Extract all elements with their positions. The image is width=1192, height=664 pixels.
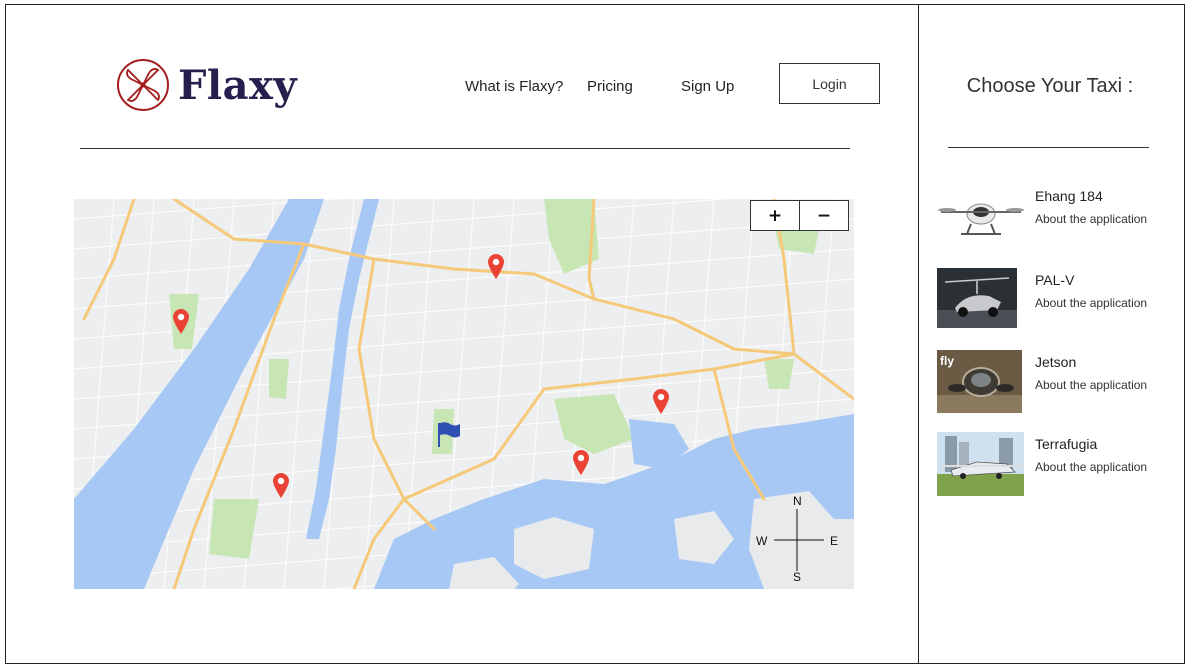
- header-divider: [80, 148, 850, 149]
- taxi-name: Terrafugia: [1035, 436, 1098, 452]
- zoom-out-button[interactable]: −: [799, 201, 848, 230]
- map-base: [74, 199, 854, 589]
- panel-divider: [918, 4, 919, 664]
- taxi-about-link[interactable]: About the application: [1035, 460, 1147, 474]
- taxi-option-jetson[interactable]: fly Jetson About the application: [930, 350, 1170, 420]
- compass-west: W: [756, 534, 768, 548]
- compass-east: E: [830, 534, 839, 548]
- flying-car-icon: [937, 432, 1024, 496]
- taxi-option-ehang-184[interactable]: Ehang 184 About the application: [930, 184, 1170, 254]
- compass-south: S: [793, 570, 802, 584]
- login-button[interactable]: Login: [779, 63, 880, 104]
- brand-logo[interactable]: Flaxy: [116, 58, 297, 112]
- choose-taxi-title: Choose Your Taxi :: [966, 75, 1134, 97]
- map-zoom-control: + −: [750, 200, 849, 231]
- fly-badge: fly: [940, 354, 954, 368]
- taxi-about-link[interactable]: About the application: [1035, 296, 1147, 310]
- destination-flag-icon[interactable]: [436, 421, 462, 447]
- map-pin-icon[interactable]: [487, 253, 505, 279]
- zoom-in-button[interactable]: +: [751, 201, 799, 230]
- drone-taxi-icon: [937, 184, 1024, 248]
- map-pin-icon[interactable]: [572, 449, 590, 475]
- taxi-name: PAL-V: [1035, 272, 1075, 288]
- taxi-option-terrafugia[interactable]: Terrafugia About the application: [930, 432, 1170, 502]
- taxi-about-link[interactable]: About the application: [1035, 212, 1147, 226]
- map-pin-icon[interactable]: [272, 472, 290, 498]
- taxi-about-link[interactable]: About the application: [1035, 378, 1147, 392]
- nav-what-is-flaxy[interactable]: What is Flaxy?: [465, 78, 563, 95]
- gyrocopter-car-icon: [937, 268, 1017, 328]
- sidebar-divider: [948, 147, 1149, 148]
- map-pin-icon[interactable]: [652, 388, 670, 414]
- propeller-logo-icon: [117, 59, 169, 111]
- compass-north: N: [793, 494, 802, 508]
- jet-pod-icon: fly: [937, 350, 1022, 413]
- nav-sign-up[interactable]: Sign Up: [681, 78, 734, 95]
- taxi-option-pal-v[interactable]: PAL-V About the application: [930, 268, 1170, 338]
- nav-pricing[interactable]: Pricing: [587, 78, 633, 95]
- taxi-name: Jetson: [1035, 354, 1077, 370]
- city-map[interactable]: + − N S E W: [74, 199, 854, 589]
- compass: N S E W: [752, 491, 838, 586]
- taxi-name: Ehang 184: [1035, 188, 1103, 204]
- brand-name: Flaxy: [178, 61, 298, 109]
- map-pin-icon[interactable]: [172, 308, 190, 334]
